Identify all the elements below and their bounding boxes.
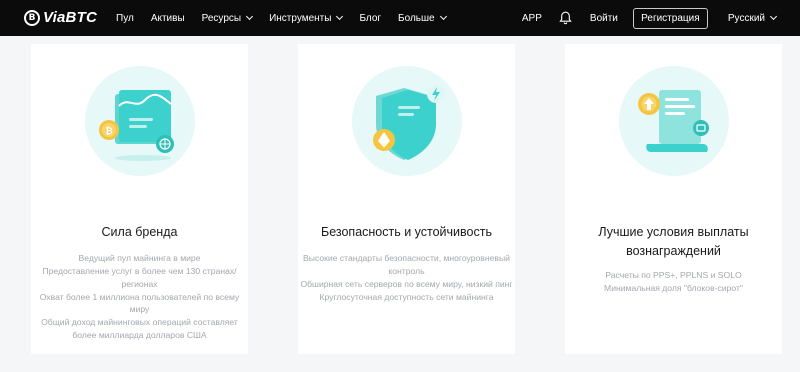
- language-label: Русский: [727, 12, 765, 24]
- card-lines: Высокие стандарты безопасности, многоуро…: [298, 252, 515, 304]
- payout-scroll-illustration: [619, 66, 729, 176]
- register-button[interactable]: Регистрация: [632, 7, 708, 29]
- app-link[interactable]: APP: [522, 13, 542, 24]
- chevron-down-icon: [336, 12, 344, 21]
- viabtc-logo[interactable]: B ViaBTC: [24, 9, 97, 26]
- nav-item-blog[interactable]: Блог: [359, 13, 381, 24]
- card-lines: Расчеты по PPS+, PPLNS и SOLO Минимальна…: [565, 269, 782, 295]
- nav-item-label: Активы: [150, 12, 185, 24]
- nav-item-pool[interactable]: Пул: [116, 13, 134, 24]
- card-line: Круглосуточная доступность сети майнинга: [319, 291, 494, 302]
- card-lines: Ведущий пул майнинга в мире Предоставлен…: [31, 252, 248, 342]
- nav-item-label: Блог: [359, 12, 382, 24]
- main-menu: Пул Активы Ресурсы Инструменты Блог Боль…: [116, 0, 463, 36]
- security-shield-illustration: [352, 66, 462, 176]
- feature-card-security: Безопасность и устойчивость Высокие стан…: [298, 44, 515, 354]
- nav-item-label: Больше: [398, 12, 435, 24]
- nav-item-assets[interactable]: Активы: [151, 13, 185, 24]
- card-title: Безопасность и устойчивость: [321, 225, 492, 239]
- nav-item-label: Ресурсы: [201, 12, 242, 24]
- chevron-down-icon: [769, 12, 778, 21]
- card-line: Расчеты по PPS+, PPLNS и SOLO: [605, 270, 742, 280]
- card-title: Лучшие условия выплаты вознаграждений: [598, 225, 749, 258]
- logo-mark-icon: B: [24, 9, 40, 26]
- card-line: Высокие стандарты безопасности, многоуро…: [303, 253, 510, 276]
- feature-card-brand: ₿ Сила бренда Ведущий пул майнинга в мир…: [31, 44, 248, 354]
- card-line: Охват более 1 миллиона пользователей по …: [39, 291, 240, 315]
- feature-card-payout: Лучшие условия выплаты вознаграждений Ра…: [565, 44, 782, 354]
- logo-text: ViaBTC: [43, 9, 97, 26]
- top-navbar: B ViaBTC Пул Активы Ресурсы Инструменты …: [0, 0, 800, 36]
- card-title: Сила бренда: [101, 225, 178, 239]
- nav-item-more[interactable]: Больше: [398, 12, 447, 24]
- nav-item-label: Пул: [116, 12, 134, 24]
- card-line: Предоставление услуг в более чем 130 стр…: [42, 266, 237, 289]
- login-link[interactable]: Войти: [590, 13, 618, 24]
- nav-right-group: APP Войти Регистрация Русский: [522, 0, 778, 36]
- brand-chart-coin-illustration: ₿: [85, 66, 195, 176]
- card-line: Обширная сеть серверов по всему миру, ни…: [300, 278, 513, 289]
- bell-icon[interactable]: [559, 11, 573, 25]
- nav-item-tools[interactable]: Инструменты: [269, 12, 344, 24]
- nav-item-label: Инструменты: [269, 12, 332, 24]
- language-selector[interactable]: Русский: [727, 12, 778, 24]
- nav-item-resources[interactable]: Ресурсы: [201, 12, 254, 24]
- card-line: Общий доход майнинговых операций составл…: [41, 317, 238, 341]
- chevron-down-icon: [246, 12, 254, 21]
- card-line: Минимальная доля "блоков-сирот": [604, 283, 743, 294]
- card-line: Ведущий пул майнинга в мире: [78, 253, 201, 263]
- svg-text:₿: ₿: [105, 126, 112, 137]
- chevron-down-icon: [439, 12, 447, 21]
